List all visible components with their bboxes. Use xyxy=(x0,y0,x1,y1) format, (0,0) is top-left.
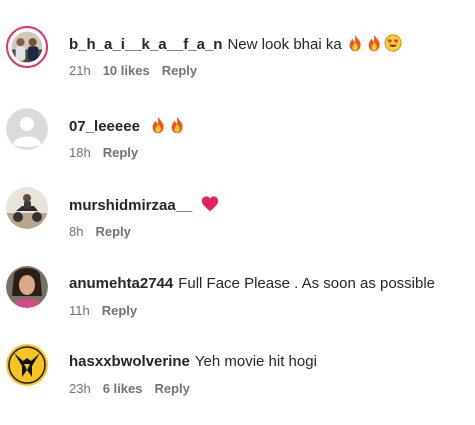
comment-item: b_h_a_i__k_a__f_a_n New look bhai ka 21h 1… xyxy=(0,26,475,96)
group-photo-avatar-icon xyxy=(11,31,43,63)
comment-username[interactable]: b_h_a_i__k_a__f_a_n xyxy=(69,36,222,53)
comment-time: 18h xyxy=(69,145,91,160)
comment-likes[interactable]: 10 likes xyxy=(103,63,150,78)
comment-text-line: hasxxbwolverine Yeh movie hit hogi xyxy=(69,352,317,372)
comment-body: New look bhai ka xyxy=(227,36,342,53)
fire-emoji-icon xyxy=(368,34,380,52)
comment-username[interactable]: murshidmirzaa__ xyxy=(69,197,192,214)
comment-item: 07_leeeee 18h Reply xyxy=(0,108,475,178)
heart-eyes-emoji-icon xyxy=(384,34,402,52)
reply-button[interactable]: Reply xyxy=(102,303,137,318)
default-user-avatar-icon xyxy=(6,108,48,150)
comment-item: hasxxbwolverine Yeh movie hit hogi 23h 6 l… xyxy=(0,344,475,414)
comment-username[interactable]: hasxxbwolverine xyxy=(69,353,190,370)
comment-item: anumehta2744 Full Face Please . As soon a… xyxy=(0,266,475,336)
comment-body: Full Face Please . As soon as possible xyxy=(178,275,436,292)
fire-emoji-icon xyxy=(349,34,361,52)
comment-emojis xyxy=(346,34,402,52)
avatar[interactable] xyxy=(6,108,48,150)
reply-button[interactable]: Reply xyxy=(162,63,197,78)
avatar[interactable] xyxy=(6,344,48,386)
red-heart-emoji-icon xyxy=(202,196,219,212)
fire-emoji-icon xyxy=(152,116,164,134)
comment-time: 21h xyxy=(69,63,91,78)
comment-meta: 18h Reply xyxy=(69,145,150,160)
comment-body: Yeh movie hit hogi xyxy=(194,353,317,370)
motorbike-photo-avatar-icon xyxy=(6,187,48,229)
comment-likes[interactable]: 6 likes xyxy=(103,381,143,396)
comment-text-line: 07_leeeee xyxy=(69,116,186,137)
avatar[interactable] xyxy=(6,26,48,68)
reply-button[interactable]: Reply xyxy=(95,224,130,239)
comment-username[interactable]: anumehta2744 xyxy=(69,275,173,292)
comment-meta: 21h 10 likes Reply xyxy=(69,63,209,78)
comment-item: murshidmirzaa__ 8h Reply xyxy=(0,187,475,257)
girl-photo-avatar-icon xyxy=(6,266,48,308)
comment-username[interactable]: 07_leeeee xyxy=(69,118,140,135)
comment-time: 8h xyxy=(69,224,84,239)
avatar[interactable] xyxy=(6,187,48,229)
reply-button[interactable]: Reply xyxy=(154,381,189,396)
comment-text-line: murshidmirzaa__ xyxy=(69,195,219,216)
comment-emojis xyxy=(201,195,219,213)
comment-time: 23h xyxy=(69,381,91,396)
fire-emoji-icon xyxy=(171,116,183,134)
comment-text-line: b_h_a_i__k_a__f_a_n New look bhai ka xyxy=(69,34,402,55)
comments-list: b_h_a_i__k_a__f_a_n New look bhai ka 21h 1… xyxy=(0,0,475,425)
comment-emojis xyxy=(149,116,186,134)
avatar[interactable] xyxy=(6,266,48,308)
comment-meta: 8h Reply xyxy=(69,224,143,239)
reply-button[interactable]: Reply xyxy=(103,145,138,160)
comment-meta: 11h Reply xyxy=(69,303,149,318)
wolverine-logo-avatar-icon xyxy=(6,344,48,386)
comment-meta: 23h 6 likes Reply xyxy=(69,381,202,396)
comment-text-line: anumehta2744 Full Face Please . As soon a… xyxy=(69,274,435,294)
comment-time: 11h xyxy=(69,303,90,318)
